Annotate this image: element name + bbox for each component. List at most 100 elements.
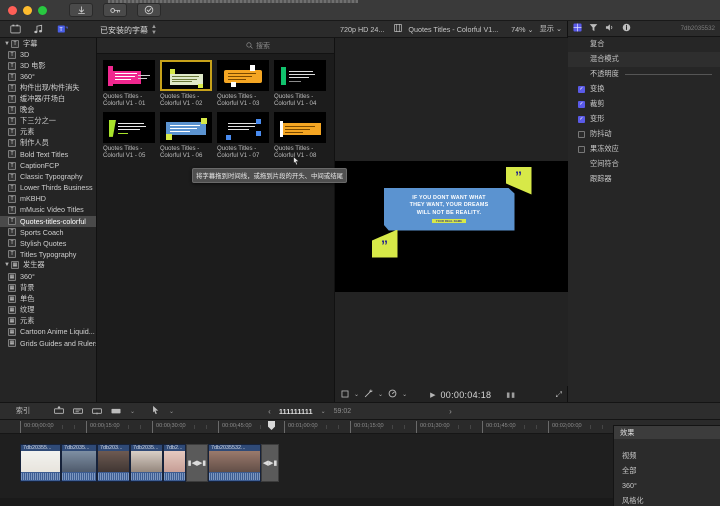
playhead-handle[interactable] xyxy=(268,421,275,430)
timeline-clip[interactable]: 7db2... xyxy=(163,444,186,482)
titles-browser-icon[interactable]: T xyxy=(57,24,68,37)
viewer-zoom-menu[interactable]: 74% ⌄ xyxy=(511,25,533,34)
browser-item[interactable]: Quotes Titles - Colorful V1 - 07 xyxy=(217,111,269,160)
thumbnail[interactable] xyxy=(160,111,212,143)
tab-filter[interactable] xyxy=(589,23,598,34)
opacity-slider[interactable] xyxy=(624,73,712,75)
tab-audio[interactable] xyxy=(605,23,615,34)
inspector-row-stabilization[interactable]: 防抖动 xyxy=(568,127,720,142)
effects-category-video[interactable]: 视频 xyxy=(614,448,720,463)
thumbnail-selected[interactable] xyxy=(160,60,212,91)
thumbnail[interactable] xyxy=(217,60,269,91)
sidebar-item-build-in-out[interactable]: T 构件出现/构件消失 xyxy=(0,82,96,93)
analyze-button[interactable] xyxy=(137,3,161,17)
chevron-down-icon[interactable]: ⌄ xyxy=(169,408,174,415)
music-browser-icon[interactable] xyxy=(33,24,44,37)
timeline-tracks[interactable]: 7db20355... 7db2035... 7db203... 7db2035… xyxy=(0,434,720,506)
installed-titles-selector[interactable]: 已安装的字幕 ▲ ▼ xyxy=(100,24,157,36)
thumbnail[interactable] xyxy=(274,60,326,91)
sidebar-item-gen-solid[interactable]: ▦ 单色 xyxy=(0,293,96,304)
disclosure-icon[interactable]: ▼ xyxy=(4,41,11,47)
play-icon[interactable]: ▶ xyxy=(430,391,435,399)
sidebar-item-gen-elements[interactable]: ▦ 元素 xyxy=(0,315,96,326)
sidebar-item-cartoon-anime-liquid[interactable]: ▦ Cartoon Anime Liquid... xyxy=(0,326,96,337)
sidebar-item-titles-typography[interactable]: T Titles Typography xyxy=(0,249,96,260)
sidebar-item-credits[interactable]: T 制作人员 xyxy=(0,138,96,149)
effects-category-stylize[interactable]: 风格化 xyxy=(614,493,720,506)
connect-button[interactable] xyxy=(92,406,102,417)
browser-item[interactable]: Quotes Titles - Colorful V1 - 03 xyxy=(217,60,269,108)
sidebar-item-360[interactable]: T 360° xyxy=(0,71,96,82)
sidebar-item-lower-thirds[interactable]: T 下三分之一 xyxy=(0,116,96,127)
inspector-row-spatial-conform[interactable]: 空间符合 xyxy=(568,157,720,172)
previous-project-button[interactable]: ‹ xyxy=(268,407,271,416)
sidebar-item-bold-text-titles[interactable]: T Bold Text Titles xyxy=(0,149,96,160)
sidebar-item-3d-movie[interactable]: T 3D 电影 xyxy=(0,60,96,71)
sidebar-item-mmusic-video-titles[interactable]: TmMusic Video Titles xyxy=(0,204,96,215)
sidebar-item-elements[interactable]: T 元素 xyxy=(0,127,96,138)
sidebar-group-generators[interactable]: ▼ ▦ 发生器 xyxy=(0,260,96,271)
project-name[interactable]: 111111111 xyxy=(279,407,313,416)
thumbnail[interactable] xyxy=(103,60,155,91)
insert-button[interactable] xyxy=(73,406,83,417)
sidebar-item-sports-coach[interactable]: T Sports Coach xyxy=(0,227,96,238)
thumbnail[interactable] xyxy=(217,111,269,143)
sidebar-item-gen-texture[interactable]: ▦ 纹理 xyxy=(0,304,96,315)
viewer-canvas[interactable]: ” IF YOU DONT WANT WHAT THEY WANT, YOUR … xyxy=(335,38,568,386)
media-browser-icon[interactable] xyxy=(10,24,21,37)
thumbnail[interactable] xyxy=(103,111,155,143)
timeline-clip[interactable]: 7db20355... xyxy=(20,444,61,482)
timeline-clip[interactable]: 7db2035... xyxy=(61,444,97,482)
tab-info[interactable] xyxy=(622,23,631,34)
close-window-button[interactable] xyxy=(8,5,17,15)
thumbnail[interactable] xyxy=(274,111,326,143)
timeline-clip[interactable]: 7db2035... xyxy=(130,444,163,482)
crop-checkbox[interactable]: ✓ xyxy=(578,100,585,108)
sidebar-item-captionfcp[interactable]: T CaptionFCP xyxy=(0,160,96,171)
enhance-tool-button[interactable] xyxy=(364,389,373,400)
browser-item[interactable]: Quotes Titles - Colorful V1 - 05 xyxy=(103,111,155,160)
browser-item[interactable]: Quotes Titles - Colorful V1 - 06 xyxy=(160,111,212,160)
stabilization-checkbox[interactable] xyxy=(578,130,585,138)
sidebar-item-gen-360[interactable]: ▦ 360° xyxy=(0,271,96,282)
viewer-timecode[interactable]: 00:00:04:18 xyxy=(440,390,491,400)
sidebar-item-lower-thirds-business[interactable]: T Lower Thirds Business xyxy=(0,182,96,193)
chevron-down-icon[interactable]: ⌄ xyxy=(402,391,407,398)
chevron-down-icon[interactable]: ⌄ xyxy=(354,391,359,398)
browser-item[interactable]: Quotes Titles - Colorful V1 - 01 xyxy=(103,60,155,108)
inspector-row-blend-mode[interactable]: 混合模式 xyxy=(568,52,720,67)
chevron-down-icon[interactable]: ⌄ xyxy=(321,408,326,415)
crop-tool-button[interactable] xyxy=(341,390,349,400)
inspector-row-composite[interactable]: 复合 xyxy=(568,37,720,52)
inspector-row-rolling-shutter[interactable]: 果冻效应 xyxy=(568,142,720,157)
viewer-display-menu[interactable]: 显示 ⌄ xyxy=(540,24,562,34)
append-button[interactable] xyxy=(54,405,64,417)
timeline-transition[interactable]: ◀▶▮ xyxy=(261,444,279,482)
transform-checkbox[interactable]: ✓ xyxy=(578,85,585,93)
inspector-row-tracker[interactable]: 跟踪器 xyxy=(568,172,720,187)
browser-item[interactable]: Quotes Titles - Colorful V1 - 02 xyxy=(160,60,212,108)
audio-meter-icon[interactable]: ▮▮ xyxy=(506,391,516,399)
sidebar-item-mkbhd[interactable]: TmKBHD xyxy=(0,193,96,204)
timeline-transition[interactable]: ▮◀▶▮ xyxy=(186,444,208,482)
sidebar-group-titles[interactable]: ▼ T 字幕 xyxy=(0,38,96,49)
timeline-clip[interactable]: 7db203... xyxy=(97,444,130,482)
sidebar-item-classic-typography[interactable]: T Classic Typography xyxy=(0,171,96,182)
distort-checkbox[interactable]: ✓ xyxy=(578,115,585,123)
inspector-row-crop[interactable]: ✓ 裁剪 xyxy=(568,97,720,112)
fullscreen-button[interactable]: ⤢ xyxy=(556,390,562,400)
browser-item[interactable]: Quotes Titles - Colorful V1 - 08 xyxy=(274,111,326,160)
chevron-down-icon[interactable]: ⌄ xyxy=(130,408,135,415)
sidebar-item-grids-guides-rulers[interactable]: ▦ Grids Guides and Rulers xyxy=(0,338,96,349)
search-input[interactable]: 搜索 xyxy=(246,40,326,51)
window-controls[interactable] xyxy=(8,5,47,15)
timeline-index-button[interactable]: 索引 xyxy=(0,406,46,416)
sidebar-item-bumper-opener[interactable]: T 缓冲器/开场白 xyxy=(0,93,96,104)
timeline-clip[interactable]: 7db2035532... xyxy=(208,444,261,482)
rolling-shutter-checkbox[interactable] xyxy=(578,145,585,153)
inspector-row-transform[interactable]: ✓ 变换 xyxy=(568,82,720,97)
inspector-row-opacity[interactable]: 不透明度 xyxy=(568,67,720,82)
overwrite-button[interactable] xyxy=(111,406,121,417)
maximize-window-button[interactable] xyxy=(38,5,47,15)
disclosure-icon[interactable]: ▼ xyxy=(4,262,11,268)
